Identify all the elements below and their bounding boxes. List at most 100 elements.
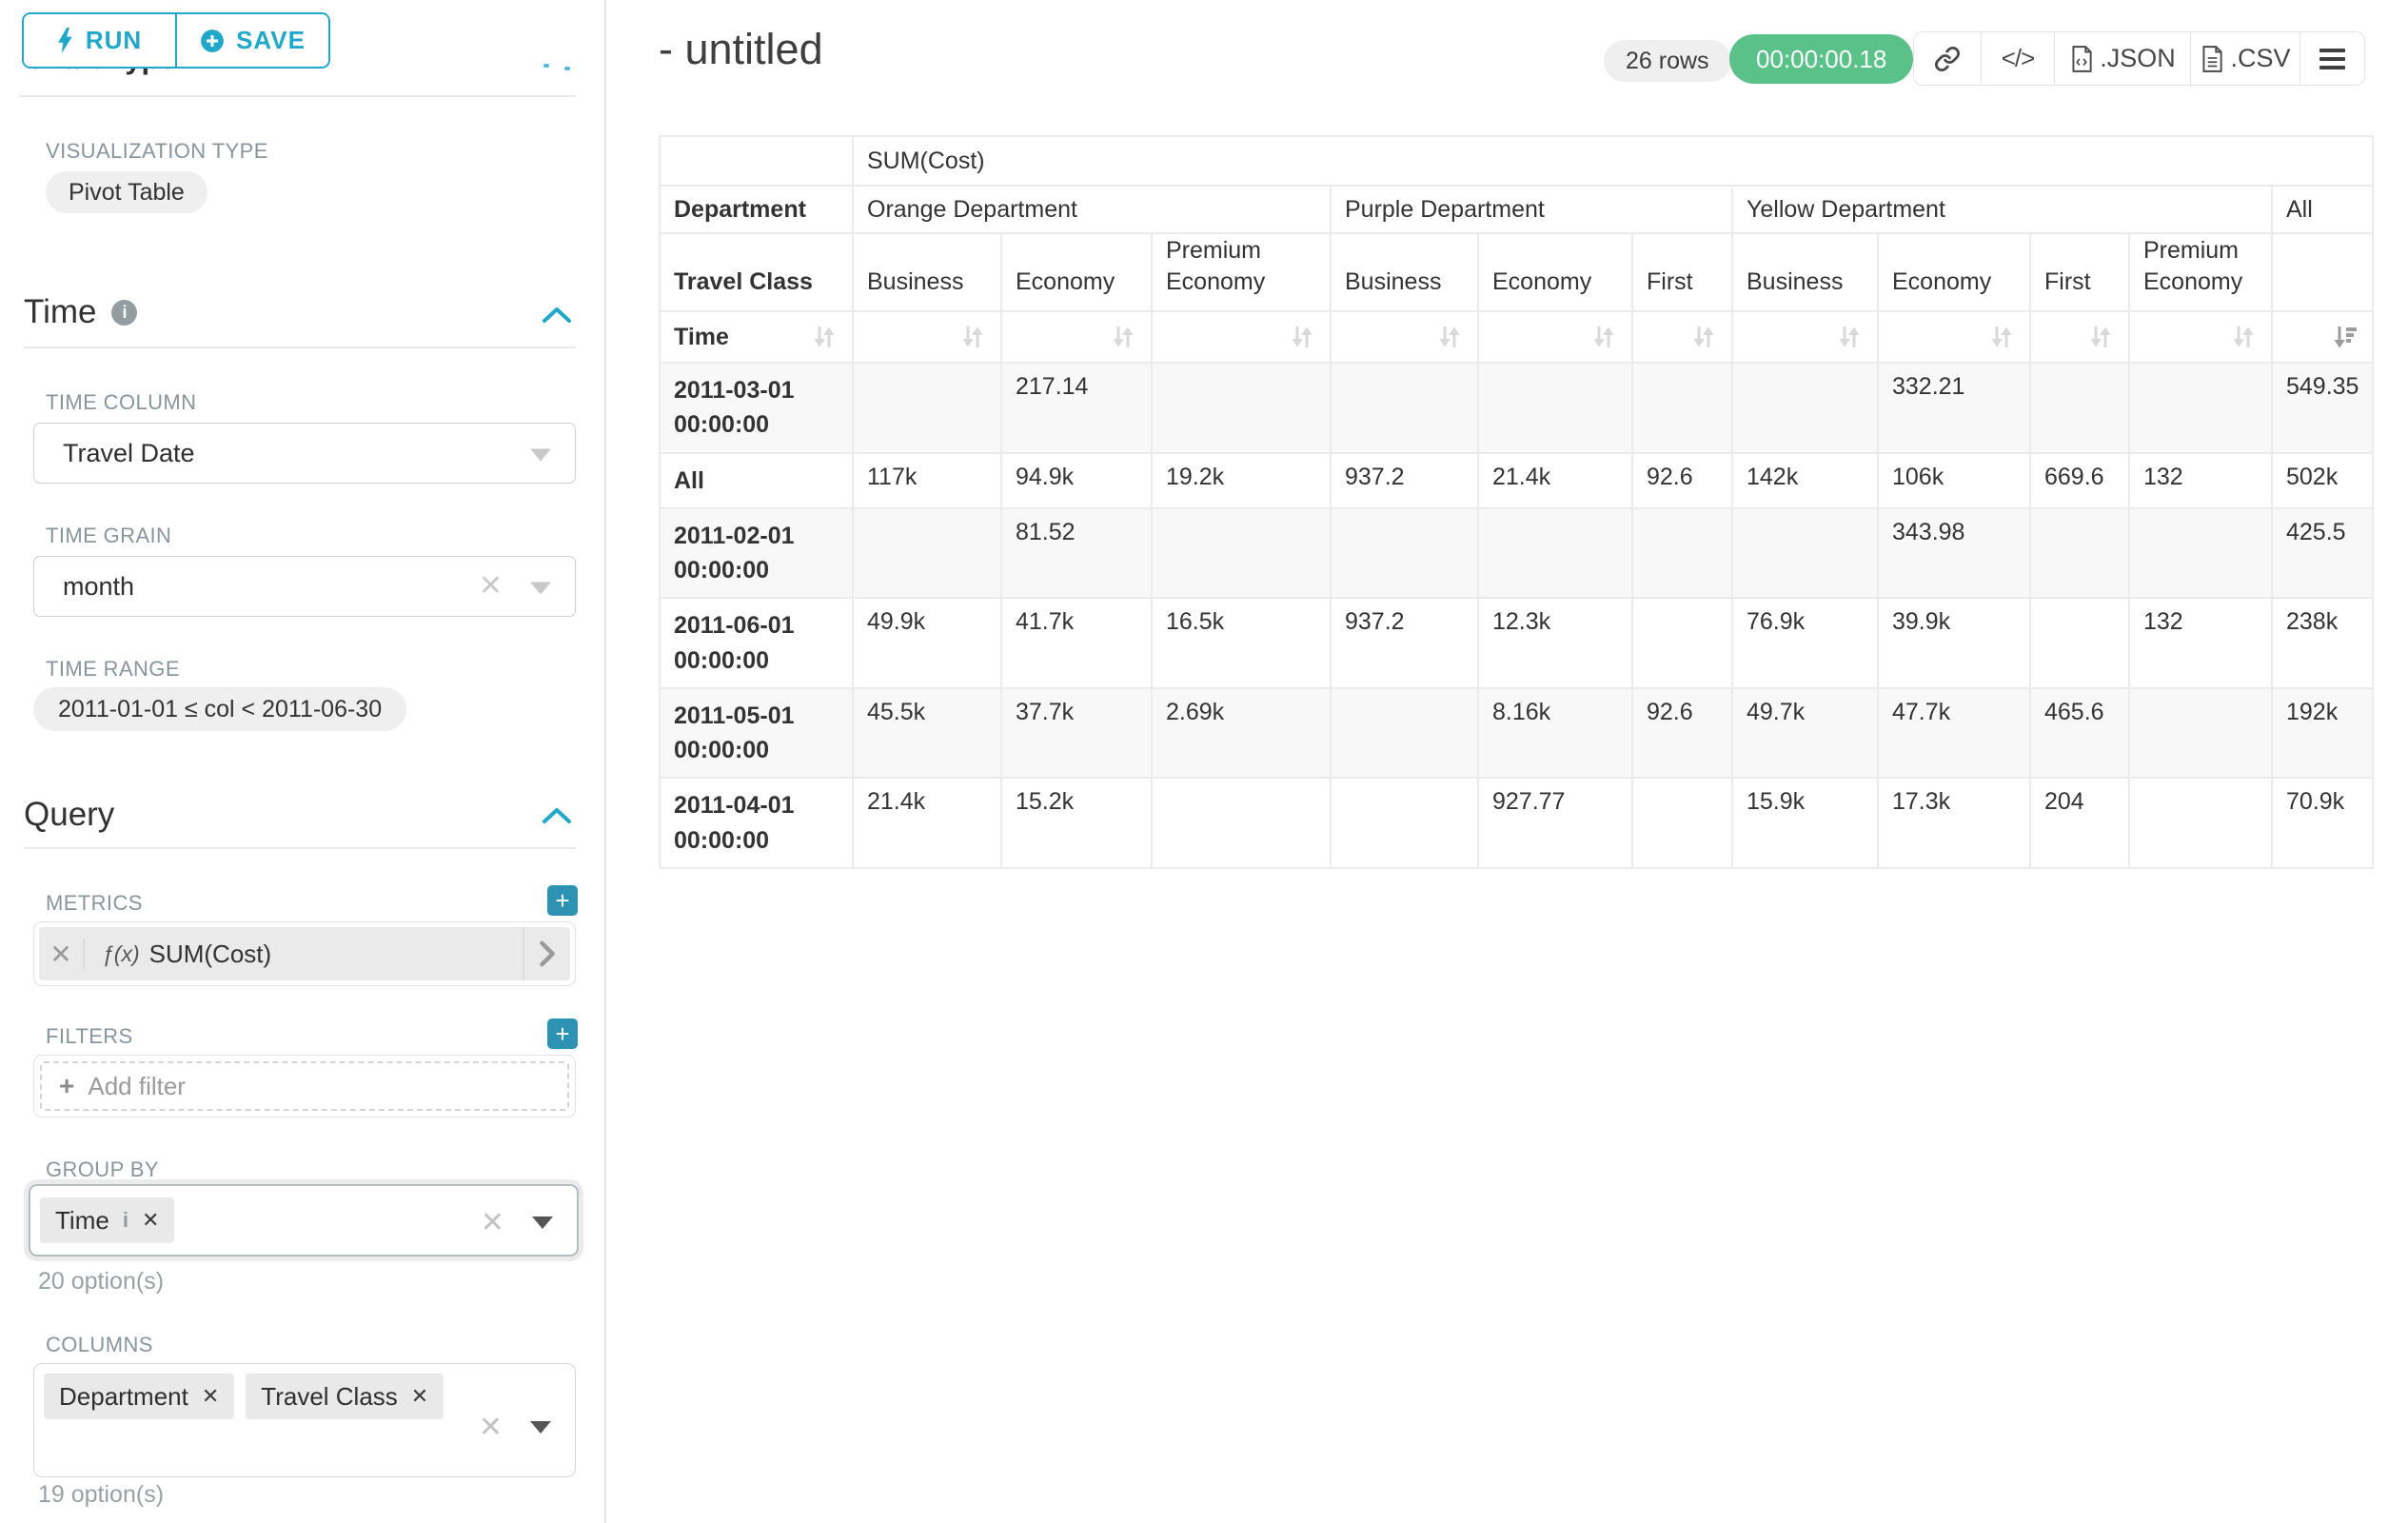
pivot-value-cell <box>2129 778 2272 868</box>
pivot-value-cell: 81.52 <box>1001 508 1152 599</box>
pivot-value-cell: 937.2 <box>1331 453 1478 508</box>
caret-down-icon <box>530 582 551 594</box>
pivot-department-axis-label: Department <box>660 186 853 233</box>
columns-chip[interactable]: Department ✕ <box>44 1374 234 1419</box>
remove-metric-icon[interactable]: ✕ <box>39 939 85 970</box>
pivot-department-header: Orange Department <box>853 186 1331 233</box>
time-grain-label: TIME GRAIN <box>46 524 171 548</box>
pivot-travel-class-header: Economy <box>1878 233 2030 311</box>
pivot-value-cell: 19.2k <box>1152 453 1331 508</box>
columns-chip[interactable]: Travel Class ✕ <box>246 1374 444 1419</box>
column-sort-button[interactable] <box>1001 311 1152 363</box>
pivot-table: SUM(Cost)DepartmentOrange DepartmentPurp… <box>659 135 2374 869</box>
pivot-value-cell: 47.7k <box>1878 688 2030 779</box>
json-file-icon <box>2069 45 2094 73</box>
share-link-button[interactable] <box>1914 32 1981 85</box>
column-sort-button[interactable] <box>1478 311 1632 363</box>
pivot-row-label: 2011-06-01 00:00:00 <box>660 598 853 688</box>
time-section-title: Time i <box>24 293 137 331</box>
column-sort-button[interactable] <box>1878 311 2030 363</box>
plus-icon: + <box>59 1071 74 1101</box>
save-button[interactable]: SAVE <box>177 14 328 67</box>
remove-chip-icon[interactable]: ✕ <box>142 1208 159 1233</box>
remove-chip-icon[interactable]: ✕ <box>411 1384 428 1409</box>
column-sort-button[interactable] <box>2129 311 2272 363</box>
explore-view: Chart Type RUN SAVE VISUALIZATION TYPE P <box>0 0 2408 1523</box>
group-by-select[interactable]: Time i ✕ ✕ <box>29 1184 579 1256</box>
clear-icon[interactable]: ✕ <box>479 1414 503 1442</box>
chart-panel: - untitled 26 rows 00:00:00.18 </> .JSON <box>608 0 2408 1523</box>
metric-control: ✕ ƒ(x) SUM(Cost) <box>33 921 576 986</box>
chart-title[interactable]: - untitled <box>659 25 823 74</box>
pivot-value-cell: 106k <box>1878 453 2030 508</box>
add-filter-button[interactable]: + Add filter <box>40 1061 569 1111</box>
view-query-button[interactable]: </> <box>1981 32 2054 85</box>
clear-icon[interactable]: ✕ <box>479 572 503 601</box>
pivot-value-cell <box>2129 363 2272 453</box>
visualization-type-pill[interactable]: Pivot Table <box>46 171 207 213</box>
time-column-select[interactable]: Travel Date <box>33 423 576 484</box>
metric-chip[interactable]: ✕ ƒ(x) SUM(Cost) <box>39 927 570 980</box>
more-options-button[interactable] <box>2299 32 2364 85</box>
section-divider <box>19 95 576 97</box>
export-json-button[interactable]: .JSON <box>2054 32 2190 85</box>
pivot-travel-class-header: First <box>1632 233 1732 311</box>
collapse-chevron-up-icon[interactable] <box>541 305 573 326</box>
metrics-label: METRICS <box>46 891 143 916</box>
add-filter-plus-button[interactable]: + <box>547 1019 578 1049</box>
sort-icon <box>810 323 839 351</box>
columns-select[interactable]: Department ✕ Travel Class ✕ ✕ <box>33 1363 576 1477</box>
pivot-travel-class-axis-label: Travel Class <box>660 233 853 311</box>
pivot-value-cell: 117k <box>853 453 1001 508</box>
query-section-title: Query <box>24 796 114 834</box>
pivot-value-cell: 502k <box>2272 453 2373 508</box>
pivot-value-cell <box>2129 688 2272 779</box>
column-sort-button[interactable] <box>1331 311 1478 363</box>
column-sort-button[interactable] <box>1632 311 1732 363</box>
pivot-department-header: Yellow Department <box>1732 186 2272 233</box>
pivot-value-cell: 332.21 <box>1878 363 2030 453</box>
collapse-chevron-up-icon[interactable] <box>541 805 573 826</box>
pivot-value-cell: 927.77 <box>1478 778 1632 868</box>
column-sort-button[interactable] <box>2030 311 2129 363</box>
visualization-type-label: VISUALIZATION TYPE <box>46 139 268 164</box>
pivot-value-cell: 17.3k <box>1878 778 2030 868</box>
columns-label: COLUMNS <box>46 1333 153 1357</box>
column-sort-button[interactable] <box>853 311 1001 363</box>
clipped-icon-fragment <box>543 64 549 68</box>
sort-icon <box>2086 323 2115 351</box>
pivot-value-cell <box>2030 598 2129 688</box>
sort-icon <box>1435 323 1464 351</box>
pivot-value-cell: 238k <box>2272 598 2373 688</box>
row-sort-button[interactable]: Time <box>660 311 853 363</box>
pivot-department-header: Purple Department <box>1331 186 1732 233</box>
column-sort-descending-button[interactable] <box>2272 311 2373 363</box>
expand-metric-button[interactable] <box>523 927 570 980</box>
column-sort-button[interactable] <box>1152 311 1331 363</box>
run-save-button-group: RUN SAVE <box>22 12 330 69</box>
clear-icon[interactable]: ✕ <box>481 1209 504 1237</box>
pivot-value-cell: 217.14 <box>1001 363 1152 453</box>
pivot-row-label: 2011-05-01 00:00:00 <box>660 688 853 779</box>
time-grain-select[interactable]: month ✕ <box>33 556 576 617</box>
run-button[interactable]: RUN <box>24 14 177 67</box>
pivot-value-cell <box>1331 688 1478 779</box>
time-range-pill[interactable]: 2011-01-01 ≤ col < 2011-06-30 <box>33 687 406 731</box>
pivot-value-cell <box>1632 363 1732 453</box>
sort-icon <box>1288 323 1316 351</box>
caret-down-icon[interactable] <box>530 1421 551 1434</box>
lightning-bolt-icon <box>57 28 74 53</box>
column-sort-button[interactable] <box>1732 311 1878 363</box>
add-metric-button[interactable]: + <box>547 885 578 916</box>
caret-down-icon[interactable] <box>532 1216 553 1229</box>
export-csv-button[interactable]: .CSV <box>2190 32 2299 85</box>
sort-icon <box>1689 323 1718 351</box>
pivot-value-cell: 192k <box>2272 688 2373 779</box>
group-by-chip[interactable]: Time i ✕ <box>40 1197 174 1243</box>
pivot-value-cell: 70.9k <box>2272 778 2373 868</box>
function-icon: ƒ(x) <box>102 941 140 967</box>
remove-chip-icon[interactable]: ✕ <box>202 1384 219 1409</box>
pivot-row-label: 2011-03-01 00:00:00 <box>660 363 853 453</box>
pivot-value-cell <box>1331 778 1478 868</box>
pivot-value-cell <box>853 508 1001 599</box>
